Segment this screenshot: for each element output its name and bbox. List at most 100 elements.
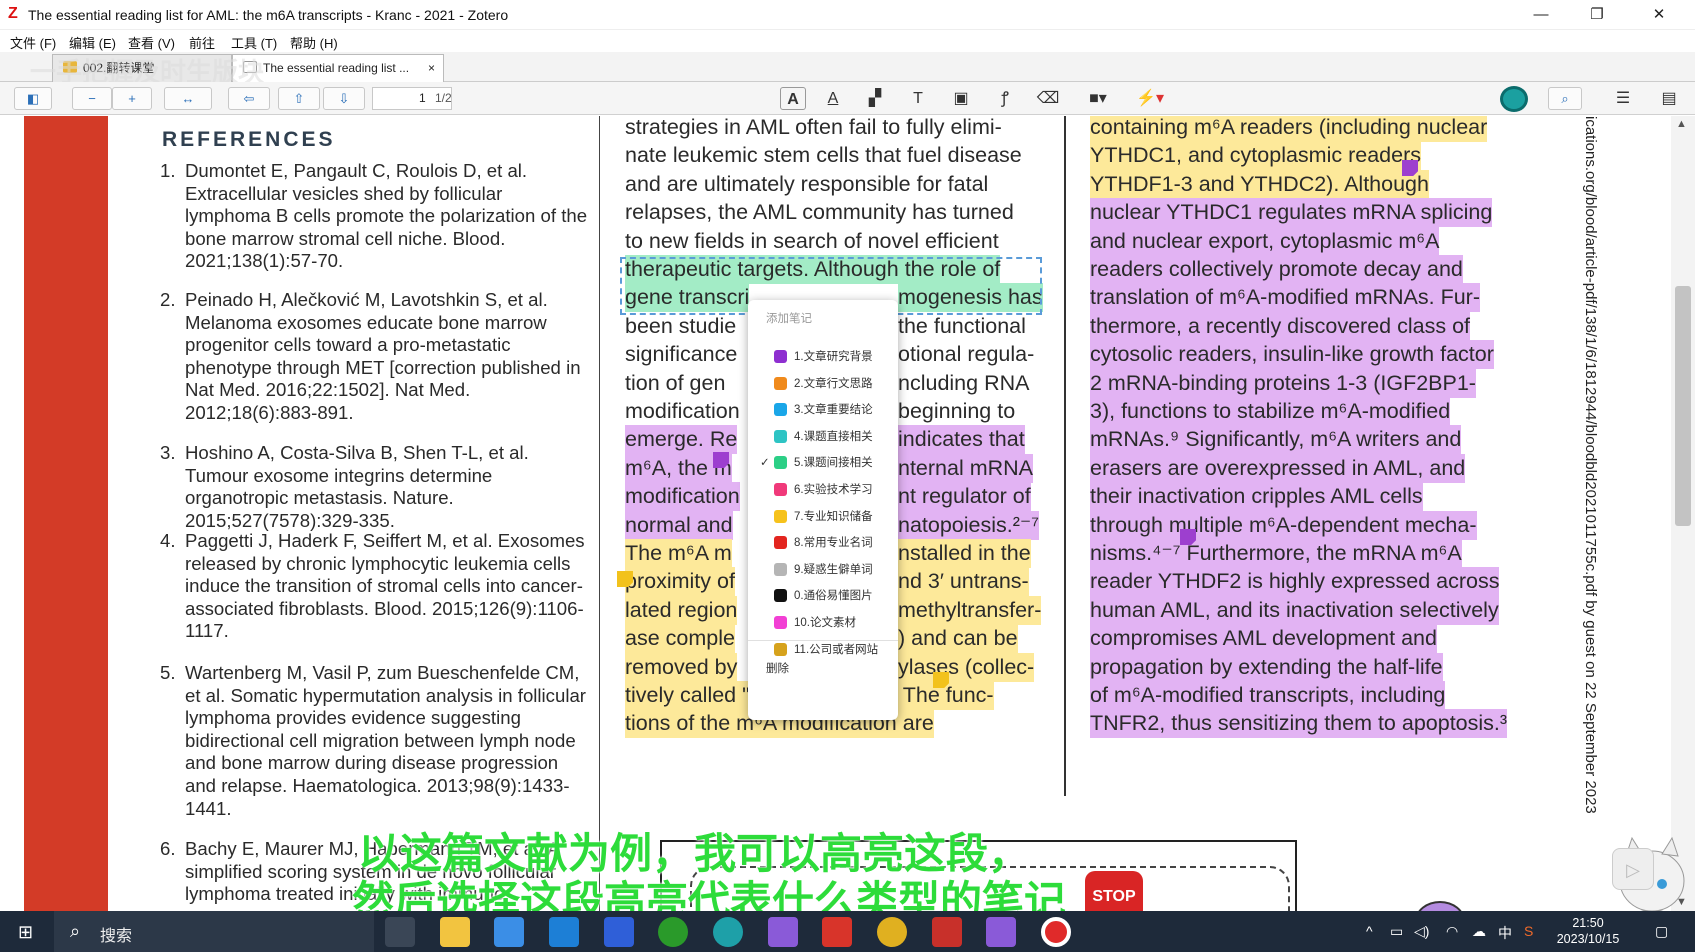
text-line[interactable]: 2 mRNA-binding proteins 1-3 (IGF2BP1- <box>1090 368 1476 398</box>
underline-icon[interactable]: A <box>820 87 846 110</box>
text-line-fragment[interactable]: nd 3′ untrans- <box>898 567 1029 597</box>
text-line[interactable]: tion of gen <box>625 369 725 398</box>
text-line[interactable]: The m⁶A m <box>625 539 732 568</box>
text-line[interactable]: removed by <box>625 652 738 682</box>
zotero-icon[interactable] <box>932 917 962 947</box>
app-tray-icon[interactable]: S <box>1524 923 1533 939</box>
text-line-fragment[interactable]: otional regula- <box>898 340 1034 369</box>
up-icon[interactable]: ⇧ <box>278 87 320 110</box>
menu-help[interactable]: 帮助 (H) <box>290 33 338 52</box>
menu-tools[interactable]: 工具 (T) <box>231 33 277 52</box>
record-icon[interactable] <box>1041 917 1071 947</box>
text-line[interactable]: readers collectively promote decay and <box>1090 255 1463 284</box>
ink-icon[interactable]: ꝭ <box>992 87 1018 110</box>
text-line[interactable]: TNFR2, thus sensitizing them to apoptosi… <box>1090 709 1508 739</box>
middle-column-fragments[interactable]: mogenesis has the functional otional regul… <box>898 116 1048 796</box>
note-type-option[interactable]: 0.通俗易懂图片 <box>766 583 891 609</box>
right-text-column[interactable]: containing m⁶A readers (including nuclea… <box>1090 116 1508 796</box>
text-line[interactable]: containing m⁶A readers (including nuclea… <box>1090 116 1488 142</box>
tray-expand-icon[interactable]: ^ <box>1366 923 1373 939</box>
scroll-up-icon[interactable]: ▲ <box>1676 118 1687 130</box>
windows-start-icon[interactable]: ⊞ <box>18 922 33 943</box>
text-line[interactable]: their inactivation cripples AML cells <box>1090 482 1423 512</box>
text-line-fragment[interactable]: ncluding RNA <box>898 369 1029 398</box>
text-line[interactable]: of m⁶A-modified transcripts, including <box>1090 681 1446 710</box>
text-line[interactable]: 3), functions to stabilize m⁶A-modified <box>1090 397 1451 426</box>
note-type-option[interactable]: 4.课题直接相关 <box>766 424 891 450</box>
taskbar-search[interactable]: ⌕ 搜索 <box>54 911 374 952</box>
obsidian-icon[interactable] <box>768 917 798 947</box>
text-line-fragment[interactable]: indicates that <box>898 425 1025 455</box>
scrollbar-thumb[interactable] <box>1675 286 1691 526</box>
pdf-tools-icon[interactable]: ⚡▾ <box>1132 87 1168 110</box>
task-view-icon[interactable] <box>385 917 415 947</box>
text-line[interactable]: ase comple <box>625 624 735 654</box>
comment-marker-icon[interactable] <box>1180 529 1196 545</box>
text-line[interactable]: translation of m⁶A-modified mRNAs. Fur- <box>1090 283 1480 313</box>
comment-marker-icon[interactable] <box>713 452 729 468</box>
highlight-icon[interactable]: ▞ <box>862 87 888 110</box>
note-type-option[interactable]: 7.专业知识储备 <box>766 504 891 530</box>
comment-marker-icon[interactable] <box>1402 160 1418 176</box>
text-icon[interactable]: T <box>905 87 931 110</box>
ime-indicator[interactable]: 中 <box>1498 923 1512 943</box>
zoom-out-icon[interactable]: − <box>72 87 112 110</box>
next-page-icon[interactable]: ⇩ <box>323 87 365 110</box>
menu-go[interactable]: 前往 <box>189 33 215 52</box>
close-button[interactable]: ✕ <box>1636 0 1682 30</box>
page-number-field[interactable]: 1 1/2 <box>372 87 452 110</box>
text-line[interactable]: proximity of <box>625 567 735 597</box>
text-line-fragment[interactable]: beginning to <box>898 397 1015 426</box>
text-line[interactable]: nuclear YTHDC1 regulates mRNA splicing <box>1090 198 1493 228</box>
text-line[interactable]: modification <box>625 482 740 512</box>
app-icon[interactable] <box>877 917 907 947</box>
text-line[interactable]: human AML, and its inactivation selectiv… <box>1090 595 1499 625</box>
note-type-option[interactable]: 6.实验技术学习 <box>766 477 891 503</box>
sync-icon[interactable] <box>1500 86 1528 112</box>
menu-file[interactable]: 文件 (F) <box>10 33 56 52</box>
comment-marker-icon[interactable] <box>617 571 633 587</box>
store-icon[interactable] <box>494 917 524 947</box>
text-annotation-icon[interactable]: A <box>780 87 806 110</box>
text-line[interactable]: through multiple m⁶A-dependent mecha- <box>1090 510 1477 540</box>
text-line[interactable]: YTHDF1-3 and YTHDC2). Although <box>1090 169 1429 199</box>
zoom-in-icon[interactable]: + <box>112 87 152 110</box>
volume-icon[interactable]: ◁) <box>1414 923 1429 940</box>
text-line-fragment[interactable]: the functional <box>898 312 1026 341</box>
text-line-fragment[interactable]: natopoiesis.²⁻⁷ <box>898 510 1040 540</box>
text-line[interactable]: and nuclear export, cytoplasmic m⁶A <box>1090 226 1440 256</box>
note-type-option[interactable]: ✓ 5.课题间接相关 <box>760 450 891 476</box>
xbox-icon[interactable] <box>658 917 688 947</box>
outline-icon[interactable]: ☰ <box>1610 87 1636 110</box>
text-line[interactable]: propagation by extending the half-life <box>1090 652 1443 682</box>
menu-edit[interactable]: 编辑 (E) <box>69 33 116 52</box>
add-note-header[interactable]: 添加笔记 <box>766 310 812 326</box>
text-line-fragment[interactable]: methyltransfer- <box>898 595 1042 625</box>
minimize-button[interactable]: — <box>1518 0 1564 30</box>
note-type-option[interactable]: 9.疑惑生僻单词 <box>766 557 891 583</box>
context-pane-icon[interactable]: ▤ <box>1656 87 1682 110</box>
text-line[interactable]: lated region <box>625 595 738 625</box>
mail-icon[interactable] <box>549 917 579 947</box>
text-line-fragment[interactable]: nt regulator of <box>898 482 1031 512</box>
search-icon[interactable]: ⌕ <box>1548 87 1582 110</box>
text-line[interactable]: erasers are overexpressed in AML, and <box>1090 453 1466 483</box>
note-type-option[interactable]: 10.论文素材 <box>766 610 891 636</box>
text-line[interactable]: emerge. Re <box>625 425 738 455</box>
toggle-sidebar-icon[interactable]: ◧ <box>14 87 52 110</box>
text-line[interactable]: significance <box>625 340 737 369</box>
note-type-option[interactable]: 8.常用专业名词 <box>766 530 891 556</box>
play-icon[interactable]: ▷ <box>1612 848 1654 890</box>
text-line[interactable]: cytosolic readers, insulin-like growth f… <box>1090 340 1494 370</box>
taskbar-clock[interactable]: 21:50 2023/10/15 <box>1550 915 1626 947</box>
text-line[interactable]: mRNAs.⁹ Significantly, m⁶A writers and <box>1090 425 1462 455</box>
text-line-fragment[interactable]: nstalled in the <box>898 539 1031 568</box>
note-type-option[interactable]: 3.文章重要结论 <box>766 397 891 423</box>
text-line[interactable]: modification <box>625 397 740 426</box>
text-line[interactable]: normal and <box>625 510 733 540</box>
text-line[interactable]: nisms.⁴⁻⁷ Furthermore, the mRNA m⁶A <box>1090 539 1462 568</box>
note-type-option[interactable]: 1.文章研究背景 <box>766 344 891 370</box>
text-line[interactable]: YTHDC1, and cytoplasmic readers <box>1090 141 1421 171</box>
comment-marker-icon[interactable] <box>933 672 949 688</box>
wps-icon[interactable] <box>822 917 852 947</box>
